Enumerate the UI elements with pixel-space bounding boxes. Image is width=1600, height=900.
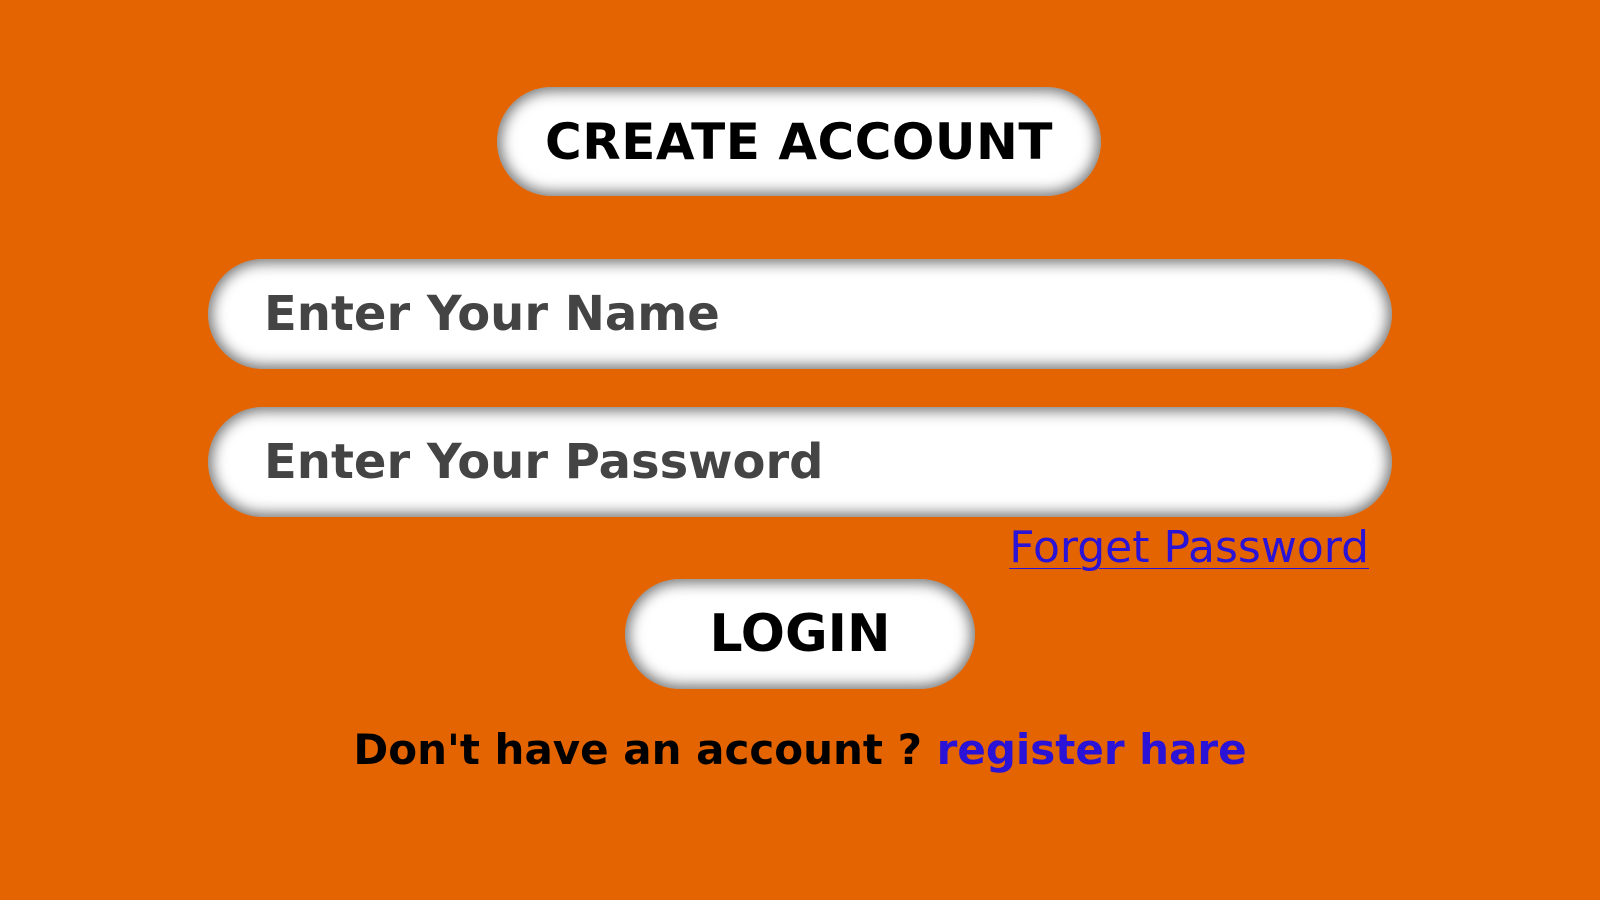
name-input[interactable] <box>208 259 1392 369</box>
register-prompt: Don't have an account ? register hare <box>0 725 1600 774</box>
create-account-header: CREATE ACCOUNT <box>497 87 1101 196</box>
login-button[interactable]: LOGIN <box>625 579 975 689</box>
forget-password-link[interactable]: Forget Password <box>1009 522 1369 573</box>
register-prompt-text: Don't have an account ? <box>353 725 922 774</box>
login-button-label: LOGIN <box>709 604 891 664</box>
name-field-container <box>208 259 1392 369</box>
password-field-container <box>208 407 1392 517</box>
register-link[interactable]: register hare <box>937 725 1247 774</box>
page-title: CREATE ACCOUNT <box>545 112 1053 171</box>
password-input[interactable] <box>208 407 1392 517</box>
